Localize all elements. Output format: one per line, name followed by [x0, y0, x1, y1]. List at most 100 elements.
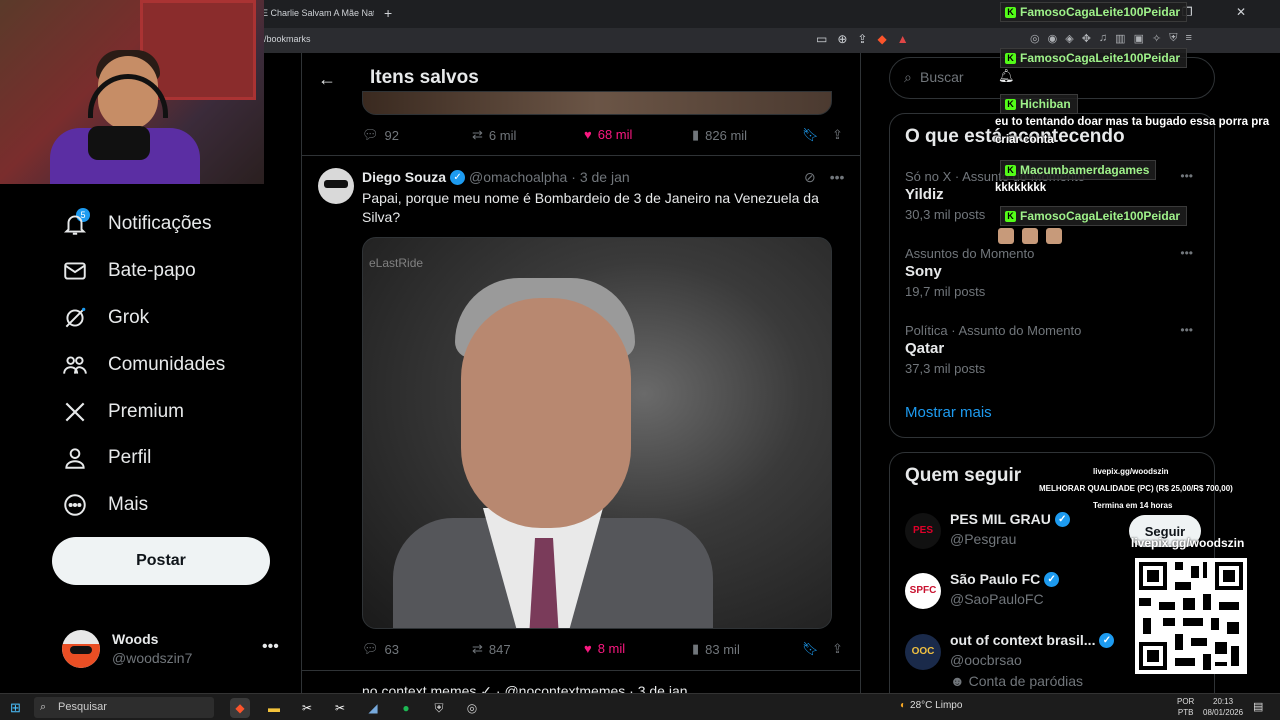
- share-icon: ⇪: [832, 127, 843, 142]
- more-options-icon[interactable]: •••: [262, 638, 279, 656]
- vpn-icon[interactable]: ⛨: [1169, 32, 1177, 45]
- retweet-button[interactable]: ⇄ 6 mil: [472, 127, 516, 143]
- search-icon: ⌕: [40, 701, 47, 713]
- reply-count: 63: [384, 641, 399, 657]
- post-button[interactable]: Postar: [52, 537, 270, 585]
- like-button[interactable]: ♥ 8 mil: [584, 641, 625, 656]
- input-language[interactable]: POR PTB: [1177, 696, 1194, 718]
- nav-more[interactable]: Mais: [62, 490, 148, 520]
- bookmark-button[interactable]: 🔖︎: [802, 127, 819, 143]
- retweet-count: 6 mil: [488, 127, 517, 143]
- search-input[interactable]: [920, 69, 1180, 85]
- music-icon[interactable]: ♫: [1099, 32, 1107, 45]
- bookmark-button[interactable]: 🔖︎: [802, 641, 819, 657]
- tweet-text: Papai, porque meu nome é Bombardeio de 3…: [362, 190, 819, 225]
- puzzle-icon[interactable]: ✥: [1082, 32, 1091, 45]
- bookmark-icon: 🔖︎: [802, 127, 819, 142]
- nav-chat[interactable]: Bate-papo: [62, 256, 196, 286]
- share-icon: ⇪: [832, 641, 843, 656]
- weather-widget[interactable]: ◐ 28°C Limpo: [900, 700, 962, 711]
- chat-message: kkkkkkkk: [995, 182, 1047, 194]
- sidebar-icon[interactable]: ▥: [1115, 32, 1125, 45]
- views-button[interactable]: ▮ 826 mil: [692, 127, 747, 143]
- share-button[interactable]: ⇪: [832, 127, 843, 143]
- url-text[interactable]: /bookmarks: [264, 34, 311, 44]
- extension-icon[interactable]: ◈: [1065, 32, 1073, 45]
- app-icon[interactable]: ◢: [363, 698, 383, 718]
- qr-code: [1135, 558, 1247, 674]
- livepix-url-small: livepix.gg/woodszin: [1093, 467, 1169, 476]
- menu-icon[interactable]: ≡: [1185, 32, 1191, 45]
- chat-username: K FamosoCagaLeite100Peidar: [1000, 48, 1188, 68]
- emote-icon: [998, 228, 1014, 244]
- file-explorer-icon[interactable]: ▬: [264, 698, 284, 718]
- extension-icon[interactable]: ◎: [1030, 32, 1040, 45]
- author-handle[interactable]: @omachoalpha: [469, 169, 567, 185]
- trend-item[interactable]: Política · Assunto do Momento Qatar 37,3…: [905, 323, 1201, 376]
- reply-button[interactable]: 💬︎ 63: [362, 641, 399, 657]
- vpn-icon[interactable]: ⛨: [429, 698, 449, 718]
- windows-start-icon[interactable]: ⊞: [10, 700, 21, 716]
- new-tab-button[interactable]: +: [384, 5, 392, 21]
- like-button[interactable]: ♥ 68 mil: [584, 127, 632, 142]
- account-switcher[interactable]: Woods @woodszin7 •••: [62, 628, 288, 672]
- views-button[interactable]: ▮ 83 mil: [692, 641, 740, 657]
- kick-icon: K: [1005, 6, 1016, 18]
- more-options-icon[interactable]: •••: [1180, 169, 1193, 183]
- share-icon[interactable]: ⇪: [857, 32, 867, 46]
- trend-count: 19,7 mil posts: [905, 284, 986, 299]
- more-circle-icon: [64, 494, 86, 516]
- notification-center-icon[interactable]: ▤: [1253, 700, 1263, 713]
- kick-icon: K: [1005, 98, 1016, 110]
- more-options-icon[interactable]: •••: [1180, 246, 1193, 260]
- avatar[interactable]: [318, 168, 354, 204]
- more-options-icon[interactable]: •••: [1180, 323, 1193, 337]
- nav-profile[interactable]: Perfil: [62, 443, 151, 473]
- tweet-media[interactable]: eLastRide: [362, 237, 832, 629]
- capcut-icon[interactable]: ✂: [330, 698, 350, 718]
- brave-shield-icon[interactable]: ◆: [877, 32, 886, 46]
- nav-notifications[interactable]: Notificações: [62, 209, 212, 239]
- show-more-link[interactable]: Mostrar mais: [905, 404, 992, 421]
- trend-title: Qatar: [905, 340, 945, 357]
- grok-icon[interactable]: ⊘: [804, 169, 816, 186]
- share-button[interactable]: ⇪: [832, 641, 843, 657]
- divider: [302, 155, 860, 156]
- taskbar-search[interactable]: ⌕ Pesquisar: [34, 697, 214, 718]
- suggestion-handle: @SaoPauloFC: [950, 591, 1044, 607]
- leo-icon[interactable]: ✧: [1152, 32, 1161, 45]
- extension-icon[interactable]: ◉: [1048, 32, 1058, 45]
- browser-tab[interactable]: E Charlie Salvam A Mãe Natu: [262, 4, 374, 26]
- zoom-icon[interactable]: ⊕: [837, 32, 847, 46]
- suggestion-handle: @oocbrsao: [950, 652, 1022, 668]
- nav-communities[interactable]: Comunidades: [62, 350, 225, 380]
- cast-icon[interactable]: ▭: [816, 32, 827, 46]
- reply-button[interactable]: 💬︎ 92: [362, 127, 399, 143]
- clock[interactable]: 20:13 08/01/2026: [1203, 696, 1243, 718]
- steam-icon[interactable]: ◎: [462, 698, 482, 718]
- chat-username: K Macumbamerdagames: [1000, 160, 1157, 180]
- nav-premium[interactable]: Premium: [62, 397, 184, 427]
- search-icon: ⌕: [904, 69, 912, 85]
- divider: [302, 670, 860, 671]
- next-tweet-header[interactable]: no context memes ✓ · @nocontextmemes · 3…: [362, 683, 688, 693]
- tweet-date[interactable]: · 3 de jan: [571, 169, 629, 185]
- trend-count: 37,3 mil posts: [905, 361, 986, 376]
- brave-rewards-icon[interactable]: ▲: [897, 32, 909, 46]
- views-icon: ▮: [692, 641, 700, 656]
- trend-item[interactable]: Assuntos do Momento Sony 19,7 mil posts …: [905, 246, 1201, 299]
- spotify-icon[interactable]: ●: [396, 698, 416, 718]
- bookmarks-timeline: ← Itens salvos 💬︎ 92 ⇄ 6 mil ♥ 68 mil ▮ 826 …: [301, 53, 861, 693]
- like-count: 68 mil: [597, 127, 633, 142]
- more-options-icon[interactable]: •••: [830, 169, 845, 186]
- nav-label: Perfil: [108, 447, 152, 468]
- capcut-icon[interactable]: ✂: [297, 698, 317, 718]
- author-name[interactable]: Diego Souza: [362, 169, 446, 185]
- nav-grok[interactable]: Grok: [62, 303, 149, 333]
- wallet-icon[interactable]: ▣: [1134, 32, 1144, 45]
- retweet-button[interactable]: ⇄ 847: [472, 641, 511, 657]
- chat-username: K FamosoCagaLeite100Peidar: [1000, 206, 1188, 226]
- heart-icon: ♥: [584, 641, 592, 656]
- brave-icon[interactable]: ◆: [230, 698, 250, 718]
- back-arrow-icon[interactable]: ←: [318, 69, 336, 90]
